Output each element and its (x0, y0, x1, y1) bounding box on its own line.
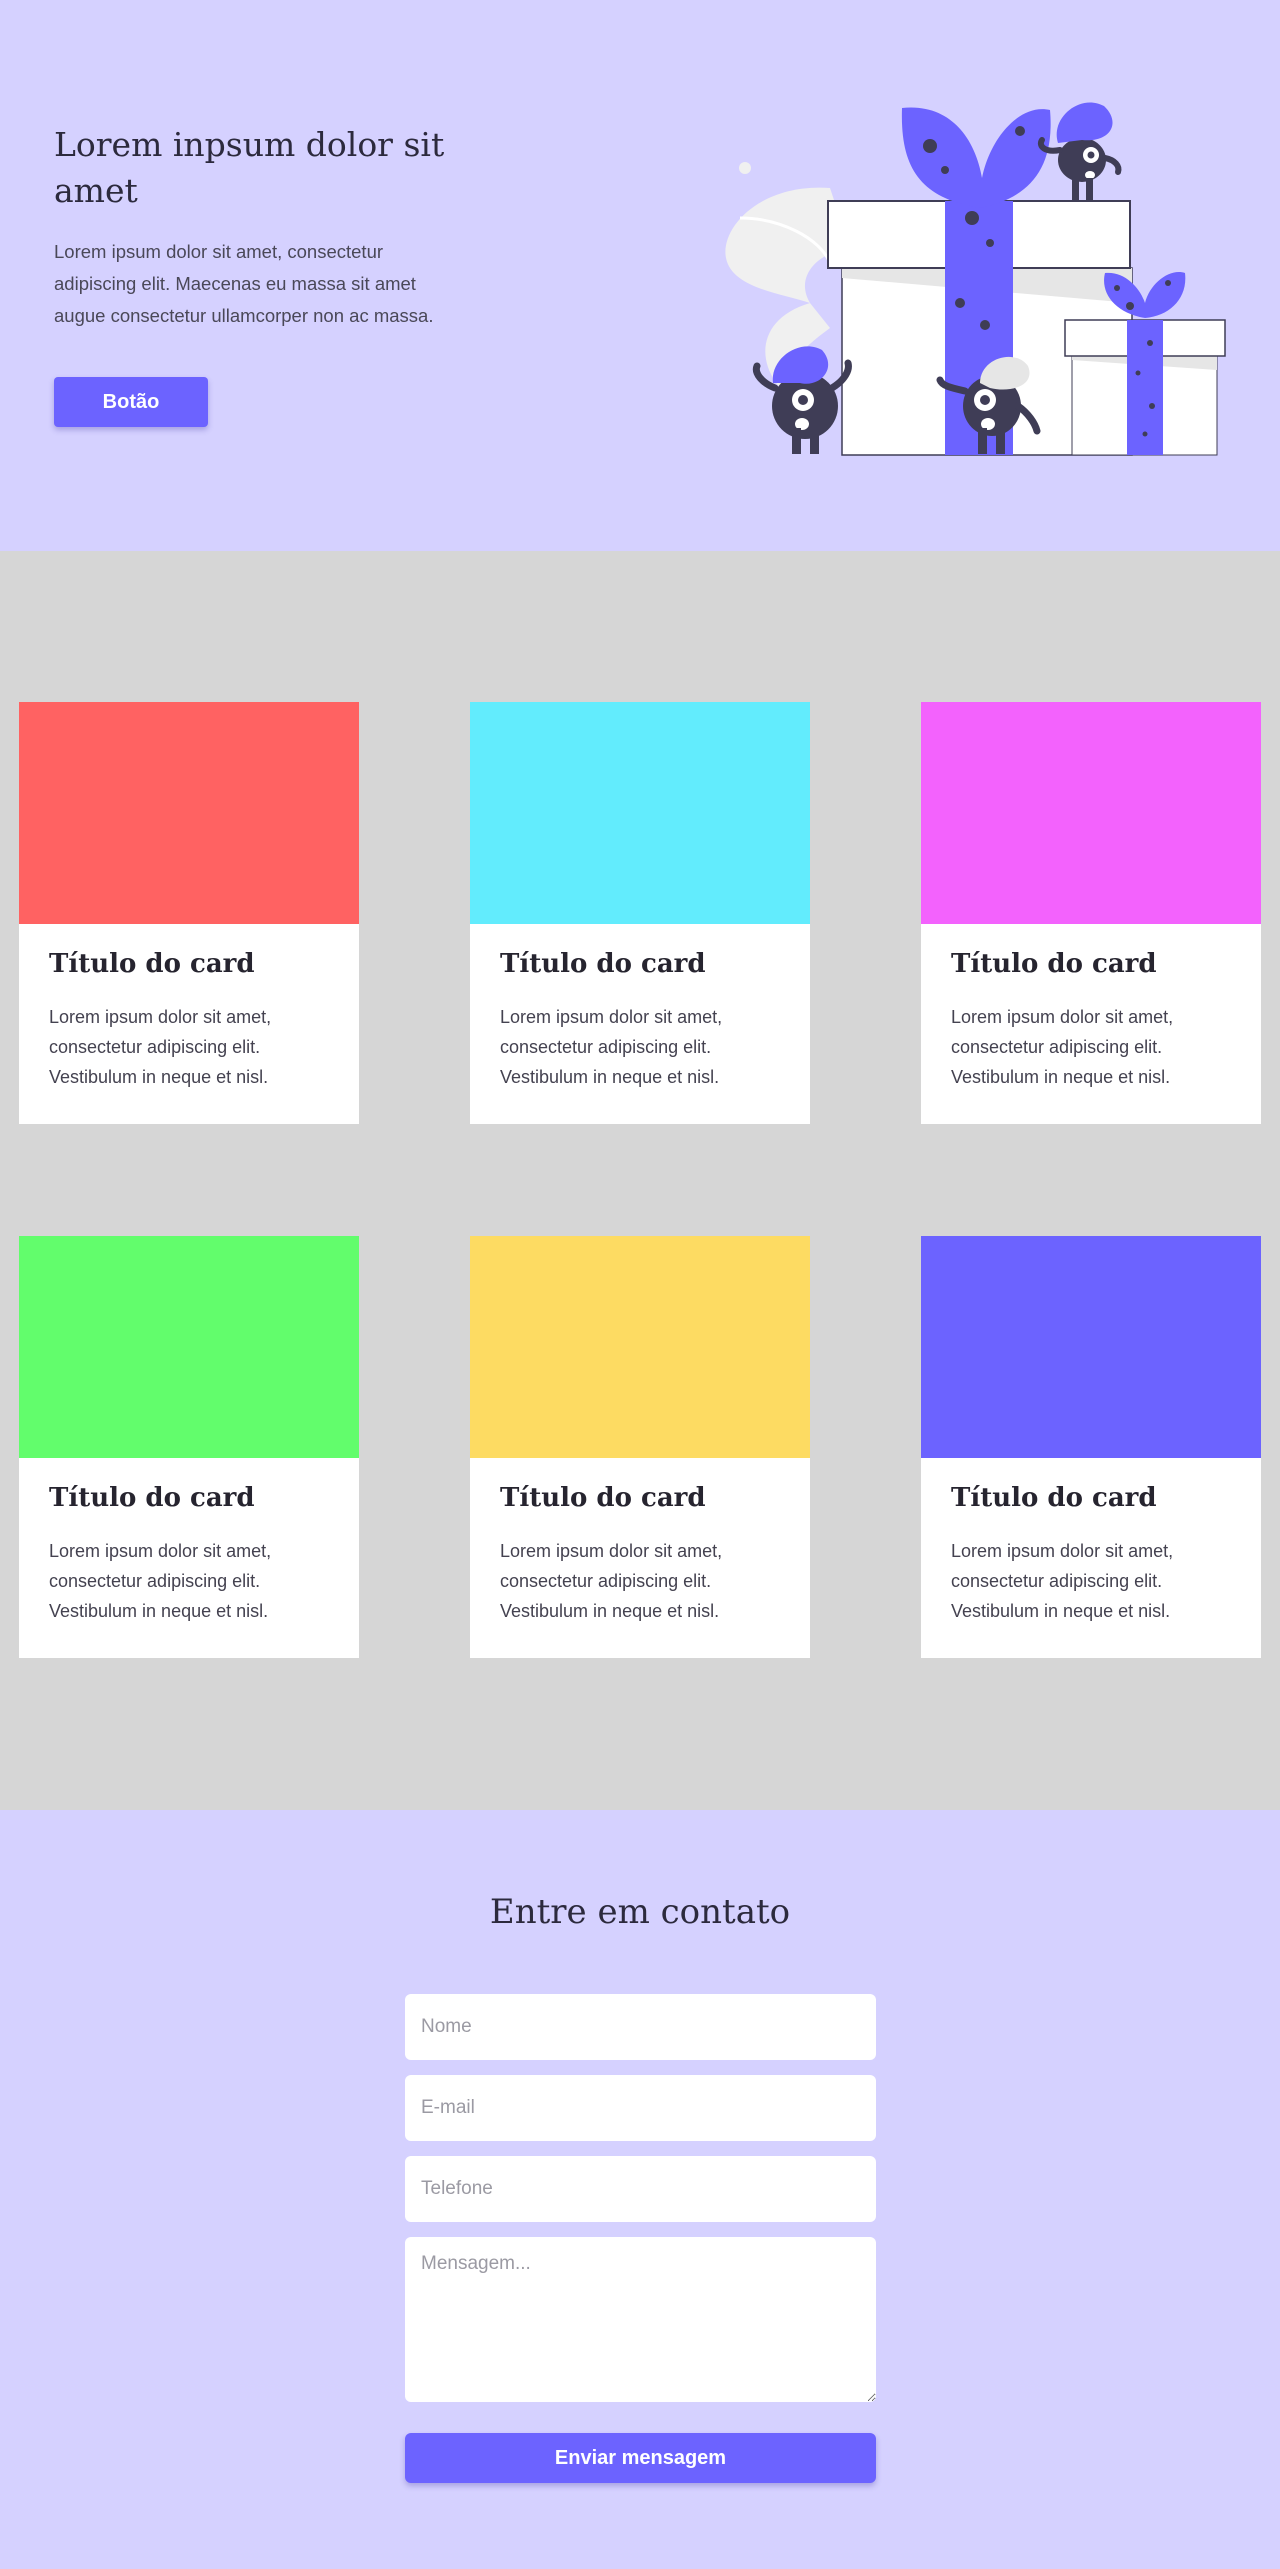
hero-section: Lorem inpsum dolor sit amet Lorem ipsum … (0, 0, 1280, 551)
card[interactable]: Título do card Lorem ipsum dolor sit ame… (921, 1236, 1261, 1658)
name-field[interactable] (405, 1994, 876, 2060)
send-message-button[interactable]: Enviar mensagem (405, 2433, 876, 2483)
hero-title: Lorem inpsum dolor sit amet (54, 125, 445, 210)
card-text: Lorem ipsum dolor sit amet, consectetur … (49, 1007, 272, 1087)
hero-button[interactable]: Botão (54, 377, 208, 427)
card[interactable]: Título do card Lorem ipsum dolor sit ame… (470, 1236, 810, 1658)
card[interactable]: Título do card Lorem ipsum dolor sit ame… (921, 702, 1261, 1124)
card-title: Título do card (951, 949, 1157, 979)
card-title: Título do card (500, 949, 706, 979)
card-image (19, 702, 359, 924)
card-text: Lorem ipsum dolor sit amet, consectetur … (49, 1541, 272, 1621)
monster-top (1038, 102, 1122, 200)
card-title: Título do card (500, 1483, 706, 1513)
contact-section: Entre em contato Enviar mensagem (0, 1810, 1280, 2569)
gift-boxes-illustration (725, 102, 1226, 456)
card-image (19, 1236, 359, 1458)
card[interactable]: Título do card Lorem ipsum dolor sit ame… (470, 702, 810, 1124)
card[interactable]: Título do card Lorem ipsum dolor sit ame… (19, 702, 359, 1124)
card-title: Título do card (49, 949, 255, 979)
card-text: Lorem ipsum dolor sit amet, consectetur … (500, 1541, 723, 1621)
card-image (921, 1236, 1261, 1458)
message-field[interactable] (405, 2237, 876, 2402)
card-title: Título do card (49, 1483, 255, 1513)
card-image (470, 1236, 810, 1458)
hero-text: Lorem inpsum dolor sit amet Lorem ipsum … (54, 122, 454, 332)
email-field[interactable] (405, 2075, 876, 2141)
card-text: Lorem ipsum dolor sit amet, consectetur … (500, 1007, 723, 1087)
card-text: Lorem ipsum dolor sit amet, consectetur … (951, 1541, 1174, 1621)
hero-description: Lorem ipsum dolor sit amet, consectetur … (54, 241, 434, 326)
card-image (470, 702, 810, 924)
contact-title: Entre em contato (489, 1892, 791, 1932)
card-text: Lorem ipsum dolor sit amet, consectetur … (951, 1007, 1174, 1087)
card-title: Título do card (951, 1483, 1157, 1513)
card[interactable]: Título do card Lorem ipsum dolor sit ame… (19, 1236, 359, 1658)
card-image (921, 702, 1261, 924)
cards-section: Título do card Lorem ipsum dolor sit ame… (0, 551, 1280, 1810)
phone-field[interactable] (405, 2156, 876, 2222)
